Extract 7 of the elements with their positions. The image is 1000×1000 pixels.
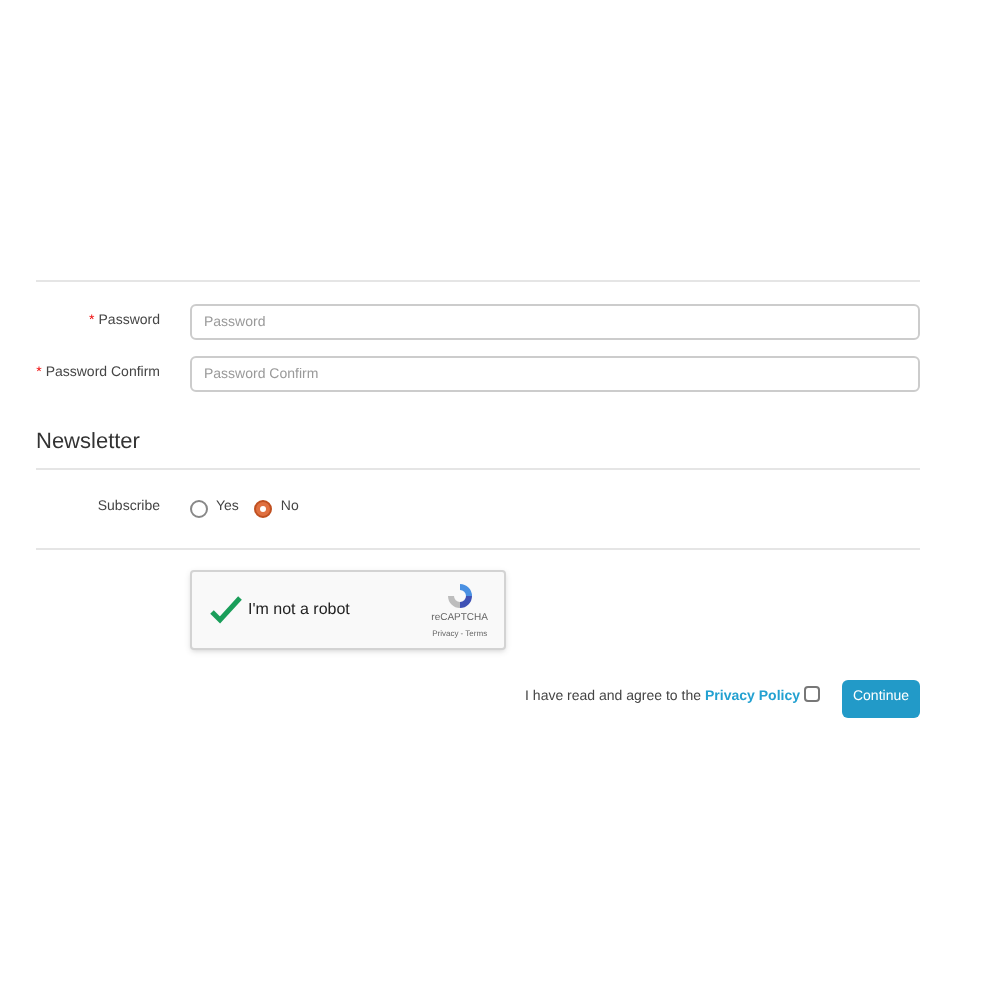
- radio-button[interactable]: [254, 500, 273, 518]
- captcha-label: I'm not a robot: [248, 598, 350, 622]
- checkbox[interactable]: [804, 685, 820, 701]
- radio-button[interactable]: [190, 500, 208, 518]
- recaptcha-logo-icon: [443, 580, 476, 613]
- checkbox[interactable]: [210, 594, 242, 626]
- section-heading: Newsletter: [36, 430, 140, 454]
